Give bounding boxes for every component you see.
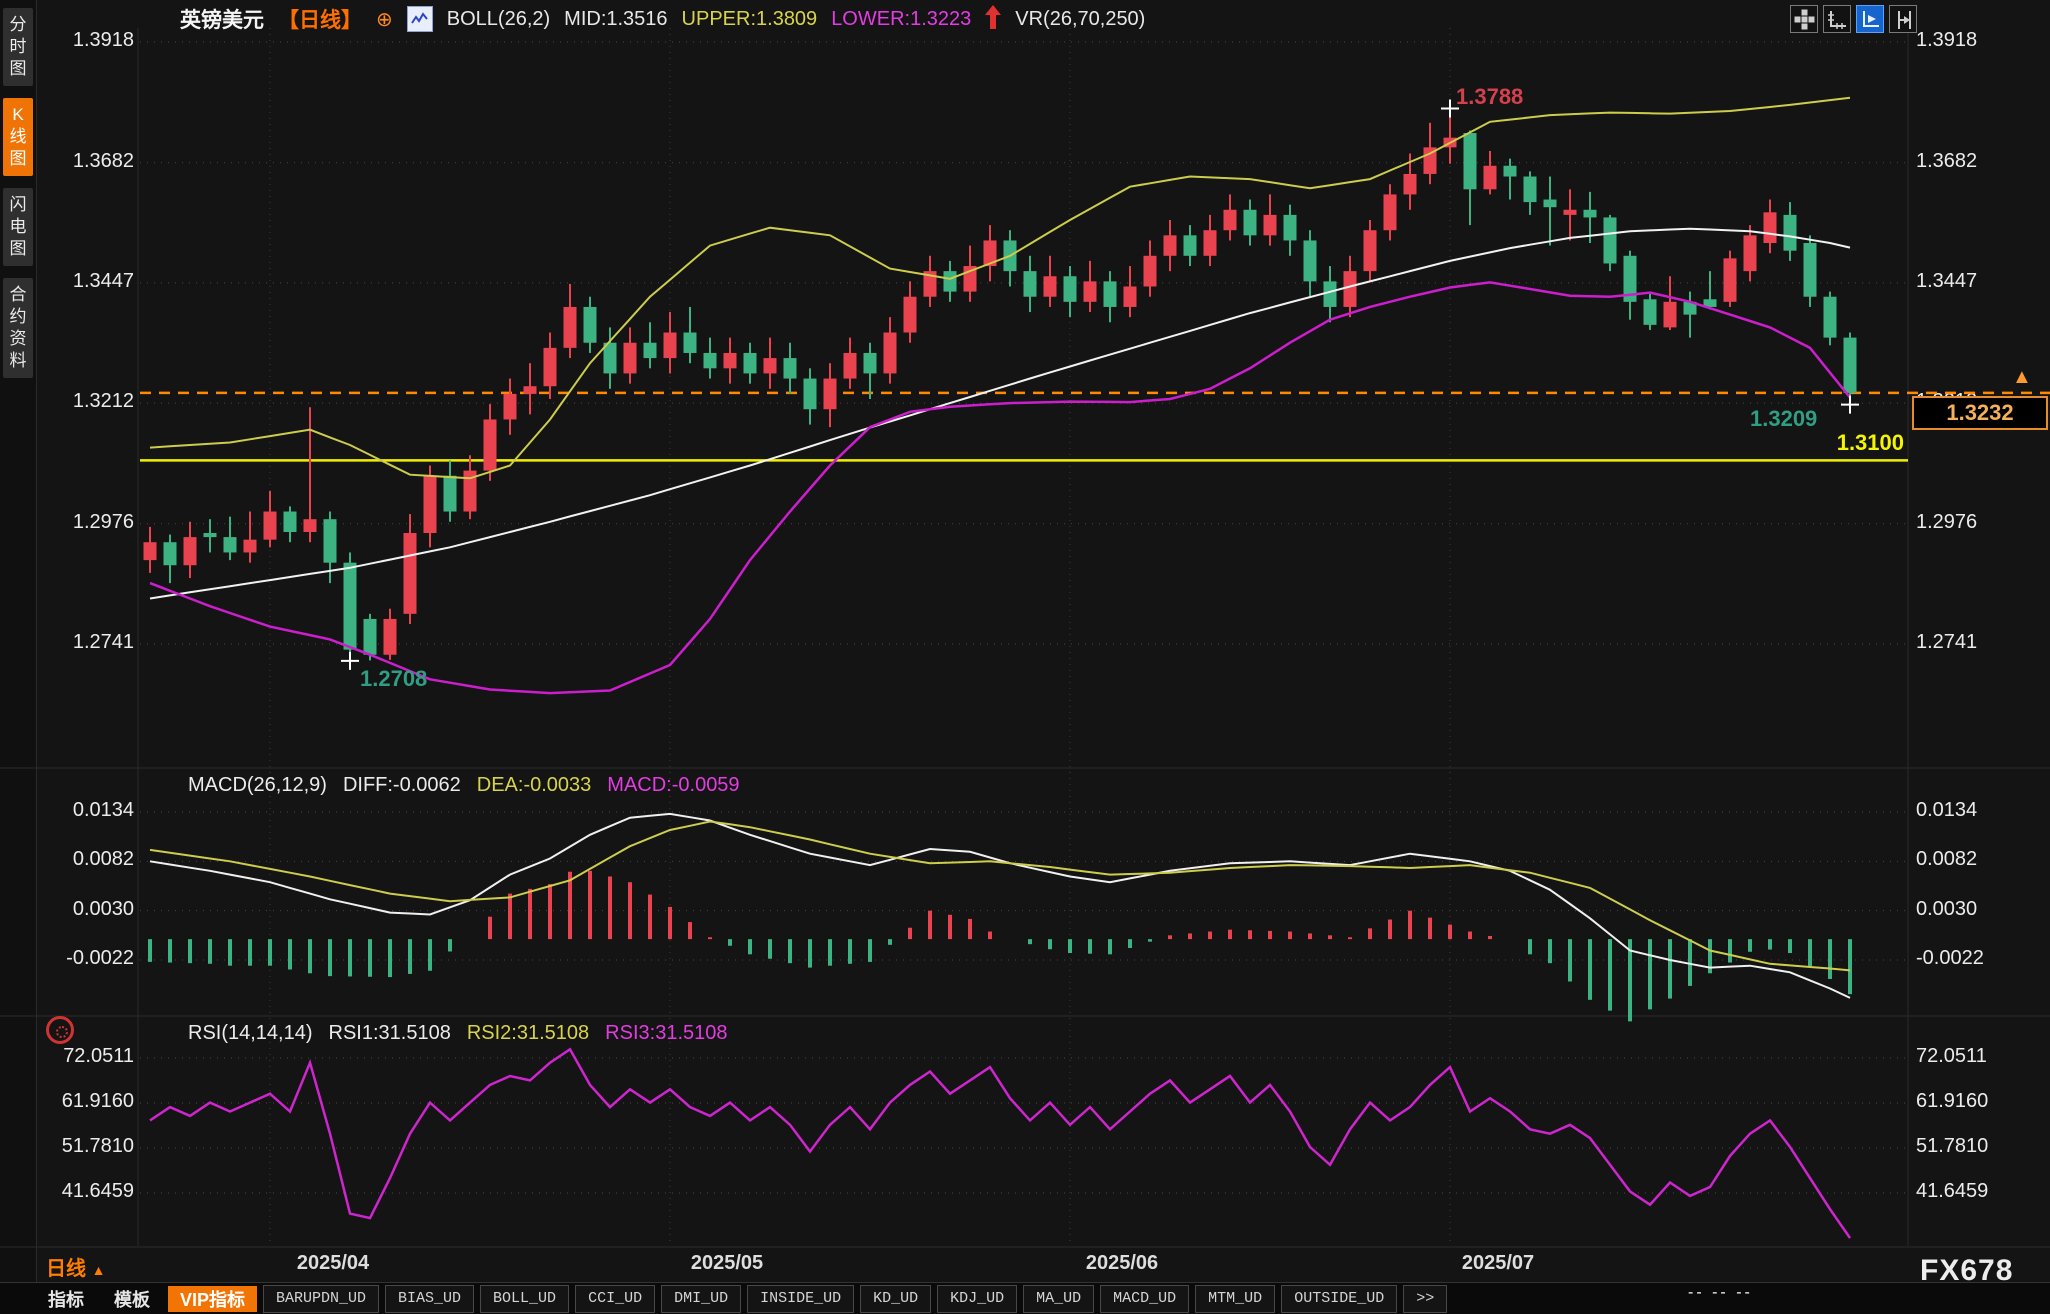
vr-settings-label: VR(26,70,250) [1015,8,1145,31]
macd-diff-value: DIFF:-0.0062 [343,774,461,797]
indicator-tab-2[interactable]: VIP指标 [168,1286,257,1312]
chart-header: 英镑美元 【日线】 ⊕ BOLL(26,2) MID:1.3516 UPPER:… [180,4,1145,34]
indicator-tab-9[interactable]: KD_UD [860,1285,931,1313]
high-price-label: 1.3788 [1456,84,1523,110]
indicator-tab-11[interactable]: MA_UD [1023,1285,1094,1313]
macd-title: MACD(26,12,9) [188,774,327,797]
axis-dashes: -- -- -- [1688,1284,1753,1302]
last-price-box: 1.3232 [1912,396,2048,430]
price-chart-canvas[interactable] [0,0,2050,1314]
timeframe-arrow-icon: ▲ [92,1262,106,1278]
indicator-tab-13[interactable]: MTM_UD [1195,1285,1275,1313]
timeframe-selector[interactable]: 日线 ▲ [46,1252,105,1281]
toolbar-axis-scale-icon[interactable] [1823,5,1851,33]
price-box-up-arrow-icon: ▲ [2012,366,2032,389]
indicator-tab-8[interactable]: INSIDE_UD [747,1285,854,1313]
boll-settings-label: BOLL(26,2) [447,8,550,31]
indicator-tab-3[interactable]: BARUPDN_UD [263,1285,379,1313]
indicator-tab-15[interactable]: >> [1403,1285,1447,1313]
rsi3-value: RSI3:31.5108 [605,1022,727,1045]
indicator-tab-7[interactable]: DMI_UD [661,1285,741,1313]
candlestick-chart-icon[interactable] [407,6,433,32]
timeframe-tag[interactable]: 【日线】 [278,4,362,34]
boll-lower-value: LOWER:1.3223 [831,8,971,31]
indicator-tab-6[interactable]: CCI_UD [575,1285,655,1313]
price-up-arrow-icon [985,5,1001,34]
toolbar-pan-icon[interactable] [1790,5,1818,33]
chart-toolbar [1790,5,1917,33]
macd-dea-value: DEA:-0.0033 [477,774,592,797]
rsi2-value: RSI2:31.5108 [467,1022,589,1045]
indicator-tab-12[interactable]: MACD_UD [1100,1285,1189,1313]
add-indicator-icon[interactable]: ⊕ [376,7,393,32]
indicator-tab-1[interactable]: 模板 [102,1286,162,1312]
symbol-name: 英镑美元 [180,4,264,34]
recent-low-label: 1.3209 [1750,406,1817,432]
indicator-tab-10[interactable]: KDJ_UD [937,1285,1017,1313]
toolbar-axis-shift-icon[interactable] [1889,5,1917,33]
trading-app-window: 分时图K线图闪电图合约资料 英镑美元 【日线】 ⊕ BOLL(26,2) MID… [0,0,2050,1314]
indicator-tab-14[interactable]: OUTSIDE_UD [1281,1285,1397,1313]
indicator-config-icon[interactable] [46,1016,74,1044]
boll-mid-value: MID:1.3516 [564,8,667,31]
low-price-label: 1.2708 [360,666,427,692]
rsi-pane-header: RSI(14,14,14) RSI1:31.5108 RSI2:31.5108 … [188,1020,728,1046]
rsi1-value: RSI1:31.5108 [329,1022,451,1045]
indicator-tab-0[interactable]: 指标 [36,1286,96,1312]
brand-watermark: FX678 [1920,1254,2013,1288]
indicator-tab-5[interactable]: BOLL_UD [480,1285,569,1313]
macd-macd-value: MACD:-0.0059 [607,774,739,797]
support-line-label: 1.3100 [1756,430,1904,456]
boll-upper-value: UPPER:1.3809 [682,8,818,31]
indicator-tab-4[interactable]: BIAS_UD [385,1285,474,1313]
macd-pane-header: MACD(26,12,9) DIFF:-0.0062 DEA:-0.0033 M… [188,772,740,798]
toolbar-axis-play-icon[interactable] [1856,5,1884,33]
rsi-title: RSI(14,14,14) [188,1022,313,1045]
